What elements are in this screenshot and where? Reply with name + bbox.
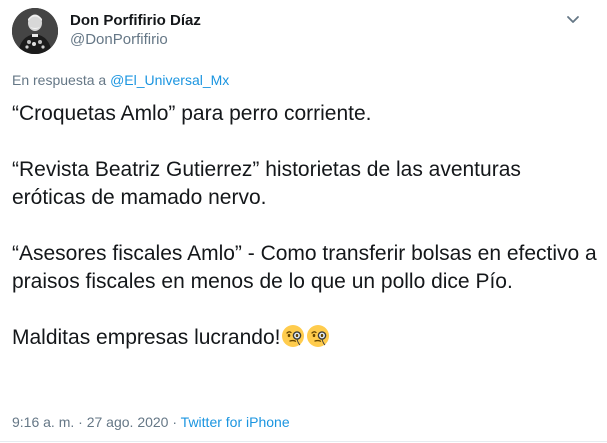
chevron-down-icon <box>567 16 579 23</box>
avatar-portrait-icon <box>12 8 58 54</box>
tweet-text: “Croquetas Amlo” para perro corriente. “… <box>12 100 597 352</box>
tweet-line-4-text: Malditas empresas lucrando! <box>12 326 281 349</box>
reply-context: En respuesta a @El_Universal_Mx <box>12 72 229 88</box>
tweet-line-2: “Revista Beatriz Gutierrez” historietas … <box>12 158 521 209</box>
author-handle[interactable]: @DonPorfifirio <box>70 30 201 50</box>
reply-prefix: En respuesta a <box>12 72 111 88</box>
tweet-source-link[interactable]: Twitter for iPhone <box>181 414 290 430</box>
face-with-monocle-icon <box>281 324 305 348</box>
tweet-time[interactable]: 9:16 a. m. <box>12 414 74 430</box>
tweet-card: Don Porfifirio Díaz @DonPorfifirio En re… <box>0 0 607 443</box>
meta-separator: · <box>74 414 87 430</box>
avatar[interactable] <box>12 8 58 54</box>
divider <box>0 441 607 442</box>
tweet-date[interactable]: 27 ago. 2020 <box>87 414 169 430</box>
tweet-line-4: Malditas empresas lucrando! <box>12 324 597 352</box>
author-display-name[interactable]: Don Porfifirio Díaz <box>70 12 201 30</box>
author-block: Don Porfifirio Díaz @DonPorfifirio <box>70 12 201 50</box>
more-options-button[interactable] <box>563 12 583 28</box>
tweet-line-3: “Asesores fiscales Amlo” - Como transfer… <box>12 242 597 293</box>
meta-separator: · <box>168 414 181 430</box>
reply-mention-link[interactable]: @El_Universal_Mx <box>110 72 229 88</box>
face-with-monocle-icon <box>306 324 330 348</box>
tweet-line-1: “Croquetas Amlo” para perro corriente. <box>12 102 372 125</box>
tweet-meta: 9:16 a. m. · 27 ago. 2020 · Twitter for … <box>12 414 290 430</box>
